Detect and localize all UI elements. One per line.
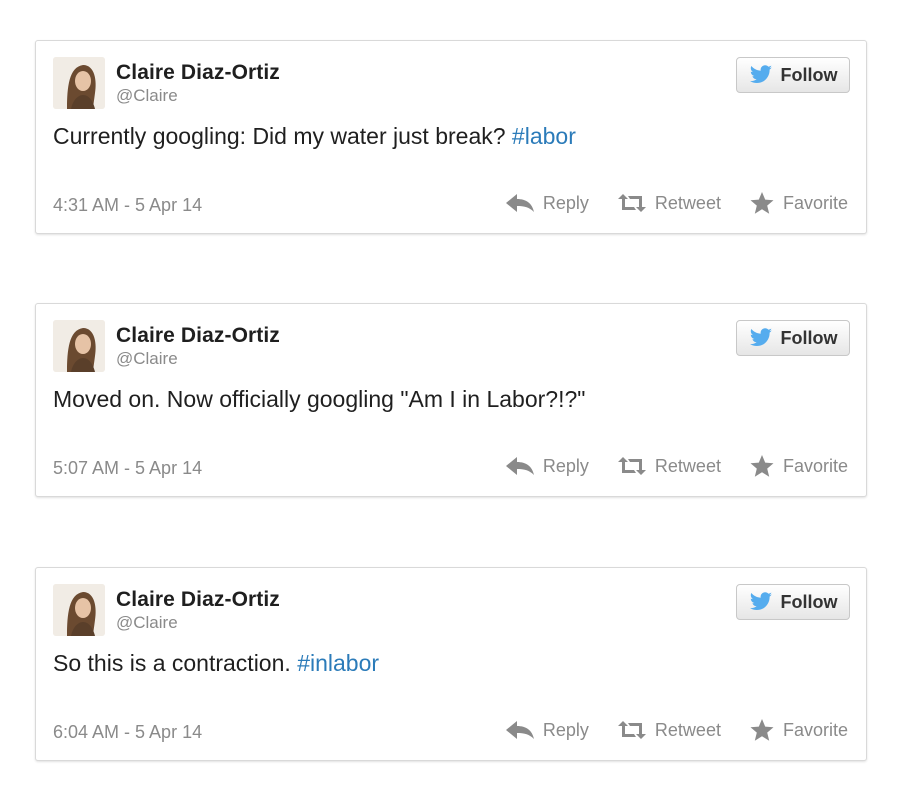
tweet-actions: Reply Retweet Favorite	[505, 454, 848, 478]
follow-button[interactable]: Follow	[736, 320, 850, 356]
tweet-card: Claire Diaz-Ortiz @Claire Follow Moved o…	[35, 303, 867, 497]
reply-label: Reply	[542, 455, 589, 476]
favorite-label: Favorite	[782, 719, 848, 740]
favorite-label: Favorite	[782, 455, 848, 476]
retweet-label: Retweet	[654, 719, 721, 740]
star-icon	[750, 455, 774, 477]
follow-label: Follow	[780, 327, 838, 348]
reply-label: Reply	[542, 719, 589, 740]
timestamp[interactable]: 4:31 AM - 5 Apr 14	[53, 195, 202, 216]
tweet-actions: Reply Retweet Favorite	[505, 718, 848, 742]
favorite-action[interactable]: Favorite	[749, 191, 848, 215]
retweet-action[interactable]: Retweet	[617, 456, 721, 477]
retweet-icon	[617, 721, 646, 739]
twitter-bird-icon	[749, 65, 772, 83]
twitter-bird-icon	[749, 328, 772, 346]
reply-action[interactable]: Reply	[505, 456, 589, 477]
author-name[interactable]: Claire Diaz-Ortiz	[116, 324, 280, 348]
timestamp[interactable]: 5:07 AM - 5 Apr 14	[53, 458, 202, 479]
tweet-card: Claire Diaz-Ortiz @Claire Follow Current…	[35, 40, 867, 234]
reply-arrow-icon	[505, 194, 534, 212]
author-handle[interactable]: @Claire	[116, 86, 178, 106]
author-handle[interactable]: @Claire	[116, 349, 178, 369]
author-name[interactable]: Claire Diaz-Ortiz	[116, 61, 280, 85]
reply-arrow-icon	[505, 457, 534, 475]
reply-action[interactable]: Reply	[505, 193, 589, 214]
follow-button[interactable]: Follow	[736, 584, 850, 620]
avatar[interactable]	[53, 57, 105, 109]
retweet-label: Retweet	[654, 192, 721, 213]
retweet-action[interactable]: Retweet	[617, 193, 721, 214]
tweet-card: Claire Diaz-Ortiz @Claire Follow So this…	[35, 567, 867, 761]
follow-button[interactable]: Follow	[736, 57, 850, 93]
avatar-image	[53, 57, 105, 109]
author-handle[interactable]: @Claire	[116, 613, 178, 633]
follow-label: Follow	[780, 64, 838, 85]
favorite-action[interactable]: Favorite	[749, 454, 848, 478]
avatar[interactable]	[53, 320, 105, 372]
retweet-icon	[617, 457, 646, 475]
hashtag-link[interactable]: #inlabor	[297, 650, 379, 676]
retweet-label: Retweet	[654, 455, 721, 476]
tweet-text: So this is a contraction. #inlabor	[53, 650, 379, 677]
hashtag-link[interactable]: #labor	[512, 123, 576, 149]
avatar[interactable]	[53, 584, 105, 636]
reply-label: Reply	[542, 192, 589, 213]
tweet-text: Moved on. Now officially googling "Am I …	[53, 386, 585, 413]
retweet-action[interactable]: Retweet	[617, 720, 721, 741]
star-icon	[750, 192, 774, 214]
avatar-image	[53, 584, 105, 636]
twitter-bird-icon	[749, 592, 772, 610]
tweet-body: So this is a contraction.	[53, 650, 298, 676]
favorite-label: Favorite	[782, 192, 848, 213]
follow-label: Follow	[780, 591, 838, 612]
tweet-stack: Claire Diaz-Ortiz @Claire Follow Current…	[0, 0, 898, 800]
avatar-image	[53, 320, 105, 372]
tweet-actions: Reply Retweet Favorite	[505, 191, 848, 215]
star-icon	[750, 719, 774, 741]
author-name[interactable]: Claire Diaz-Ortiz	[116, 588, 280, 612]
timestamp[interactable]: 6:04 AM - 5 Apr 14	[53, 722, 202, 743]
tweet-body: Moved on. Now officially googling "Am I …	[53, 386, 586, 412]
retweet-icon	[617, 194, 646, 212]
tweet-body: Currently googling: Did my water just br…	[53, 123, 512, 149]
reply-action[interactable]: Reply	[505, 720, 589, 741]
reply-arrow-icon	[505, 721, 534, 739]
tweet-text: Currently googling: Did my water just br…	[53, 123, 576, 150]
favorite-action[interactable]: Favorite	[749, 718, 848, 742]
